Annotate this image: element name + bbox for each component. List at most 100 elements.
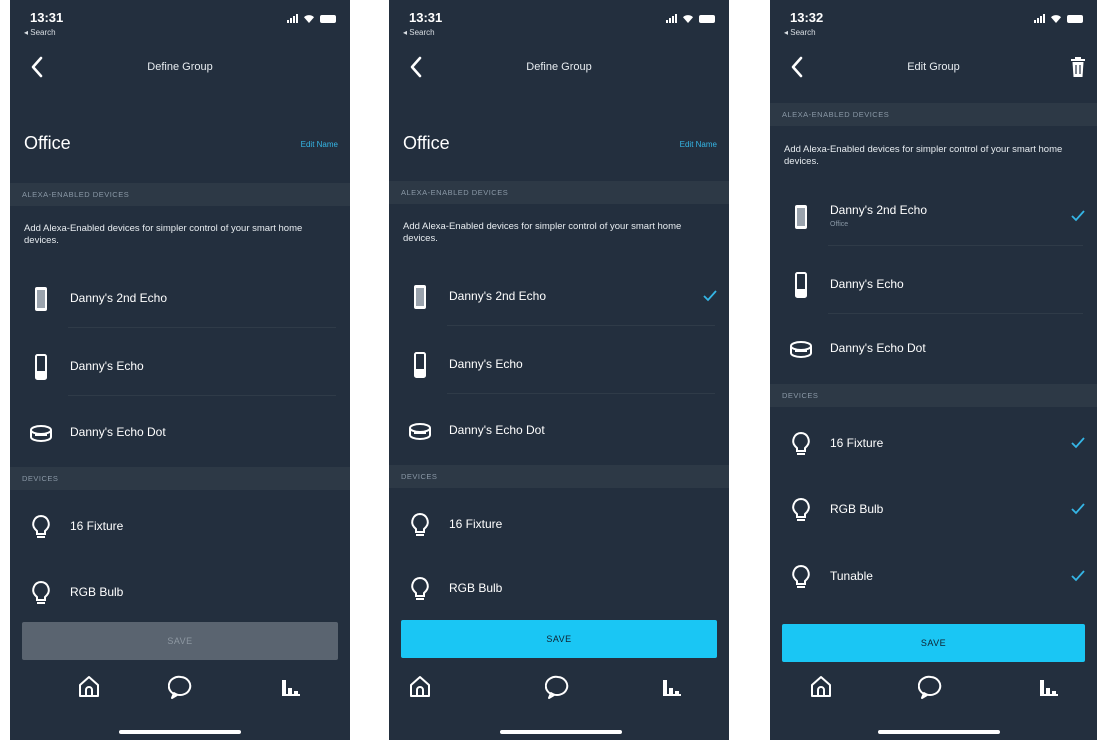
section-header-devices: DEVICES [389, 465, 729, 488]
device-row-dannys-echo[interactable]: Danny's Echo [10, 336, 350, 396]
echo-icon [414, 352, 426, 378]
system-icons [1034, 14, 1083, 23]
phone-screen-define-group-initial: 13:31 ◂ Search Define Group Office Edit … [10, 0, 350, 740]
back-to-search-link[interactable]: ◂ Search [24, 28, 56, 37]
home-indicator [878, 730, 1000, 734]
device-row-rgb-bulb[interactable]: RGB Bulb [10, 562, 350, 622]
row-divider [828, 313, 1083, 314]
device-row-dannys-2nd-echo[interactable]: Danny's 2nd Echo [389, 266, 729, 326]
device-label: 16 Fixture [830, 436, 884, 450]
status-time: 13:31 [409, 10, 443, 25]
devices-icon[interactable] [1036, 674, 1062, 700]
bulb-icon [411, 512, 429, 536]
row-divider [447, 325, 715, 326]
battery-icon [1067, 15, 1083, 23]
group-name: Office [403, 133, 450, 153]
alexa-devices-description: Add Alexa-Enabled devices for simpler co… [403, 221, 682, 244]
system-icons [666, 14, 715, 23]
phone-screen-edit-group: 13:32 ◂ Search Edit Group ALEXA-ENABLED … [770, 0, 1097, 740]
device-row-dannys-2nd-echo[interactable]: Danny's 2nd Echo Office [770, 186, 1097, 246]
device-row-tunable[interactable]: Tunable [770, 546, 1097, 606]
home-icon[interactable] [808, 674, 834, 700]
chat-icon[interactable] [168, 674, 194, 700]
device-row-dannys-echo-dot[interactable]: Danny's Echo Dot [10, 402, 350, 462]
device-label: Danny's Echo [70, 359, 144, 373]
system-icons [287, 14, 336, 23]
echo-tall-icon [414, 285, 426, 309]
bulb-icon [792, 431, 810, 455]
row-divider [447, 393, 715, 394]
device-row-16-fixture[interactable]: 16 Fixture [10, 496, 350, 556]
devices-icon[interactable] [278, 674, 304, 700]
device-row-dannys-echo[interactable]: Danny's Echo [770, 254, 1097, 314]
signal-icon [666, 14, 677, 23]
device-label: Danny's Echo [830, 277, 904, 291]
home-indicator [500, 730, 622, 734]
signal-icon [1034, 14, 1045, 23]
alexa-devices-description: Add Alexa-Enabled devices for simpler co… [24, 223, 303, 246]
trash-icon[interactable] [1069, 56, 1087, 78]
status-time: 13:31 [30, 10, 64, 25]
device-label: Danny's 2nd Echo [70, 291, 168, 305]
home-indicator [119, 730, 241, 734]
row-divider [68, 395, 336, 396]
edit-name-link[interactable]: Edit Name [680, 140, 717, 149]
device-label: Danny's Echo [449, 357, 523, 371]
checkmark-icon [1071, 570, 1085, 582]
device-row-dannys-echo-dot[interactable]: Danny's Echo Dot [389, 400, 729, 460]
device-row-rgb-bulb[interactable]: RGB Bulb [770, 479, 1097, 539]
page-title: Edit Group [907, 61, 960, 73]
signal-icon [287, 14, 298, 23]
echo-icon [35, 354, 47, 380]
device-row-dannys-echo-dot[interactable]: Danny's Echo Dot [770, 318, 1097, 378]
phone-screen-define-group-selected: 13:31 ◂ Search Define Group Office Edit … [389, 0, 729, 740]
tab-bar [770, 668, 1097, 714]
tab-bar [10, 668, 350, 714]
status-bar: 13:32 ◂ Search [770, 8, 1097, 40]
edit-name-link[interactable]: Edit Name [301, 140, 338, 149]
devices-icon[interactable] [659, 674, 685, 700]
status-bar: 13:31 ◂ Search [389, 8, 729, 40]
home-icon[interactable] [76, 674, 102, 700]
echo-dot-icon [790, 341, 812, 358]
device-label: Danny's 2nd Echo [449, 289, 547, 303]
echo-dot-icon [409, 423, 431, 440]
chat-icon[interactable] [918, 674, 944, 700]
section-header-devices: DEVICES [10, 467, 350, 490]
page-title: Define Group [147, 61, 213, 73]
checkmark-icon [703, 290, 717, 302]
section-header-alexa-devices: ALEXA-ENABLED DEVICES [10, 183, 350, 206]
device-label: Danny's Echo Dot [830, 341, 926, 355]
save-button[interactable]: SAVE [401, 620, 717, 658]
section-header-alexa-devices: ALEXA-ENABLED DEVICES [389, 181, 729, 204]
group-name: Office [24, 133, 71, 153]
section-header-devices: DEVICES [770, 384, 1097, 407]
bulb-icon [792, 497, 810, 521]
save-button[interactable]: SAVE [782, 624, 1085, 662]
echo-tall-icon [795, 205, 807, 229]
navigation-bar: Define Group [10, 50, 350, 90]
device-label: 16 Fixture [449, 517, 503, 531]
device-label: Danny's Echo Dot [449, 423, 545, 437]
device-row-16-fixture[interactable]: 16 Fixture [770, 413, 1097, 473]
checkmark-icon [1071, 210, 1085, 222]
battery-icon [320, 15, 336, 23]
navigation-bar: Edit Group [770, 50, 1097, 90]
back-to-search-link[interactable]: ◂ Search [403, 28, 435, 37]
device-label: 16 Fixture [70, 519, 124, 533]
device-row-rgb-bulb[interactable]: RGB Bulb [389, 558, 729, 618]
device-label: Tunable [830, 569, 873, 583]
tab-bar [389, 668, 729, 714]
back-to-search-link[interactable]: ◂ Search [784, 28, 816, 37]
bulb-icon [792, 564, 810, 588]
home-icon[interactable] [407, 674, 433, 700]
device-row-dannys-echo[interactable]: Danny's Echo [389, 334, 729, 394]
chat-icon[interactable] [545, 674, 571, 700]
device-row-16-fixture[interactable]: 16 Fixture [389, 494, 729, 554]
save-button[interactable]: SAVE [22, 622, 338, 660]
alexa-devices-description: Add Alexa-Enabled devices for simpler co… [784, 144, 1063, 167]
bulb-icon [32, 580, 50, 604]
device-row-dannys-2nd-echo[interactable]: Danny's 2nd Echo [10, 268, 350, 328]
device-label: RGB Bulb [830, 502, 884, 516]
wifi-icon [304, 15, 314, 23]
